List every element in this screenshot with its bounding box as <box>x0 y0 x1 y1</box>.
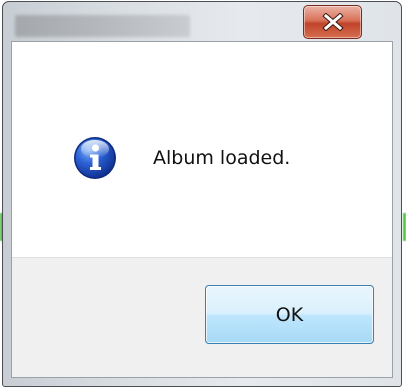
ok-button[interactable]: OK <box>205 285 374 344</box>
close-icon <box>321 13 344 31</box>
dialog-body: Album loaded. OK <box>11 41 393 378</box>
button-area: OK <box>12 257 392 377</box>
message-text: Album loaded. <box>153 147 291 169</box>
information-icon <box>74 137 116 179</box>
ok-button-label: OK <box>275 303 304 326</box>
message-area: Album loaded. <box>12 42 392 257</box>
window-title-redacted <box>15 15 190 37</box>
message-dialog: Album loaded. OK <box>2 1 402 387</box>
close-button[interactable] <box>303 5 362 39</box>
